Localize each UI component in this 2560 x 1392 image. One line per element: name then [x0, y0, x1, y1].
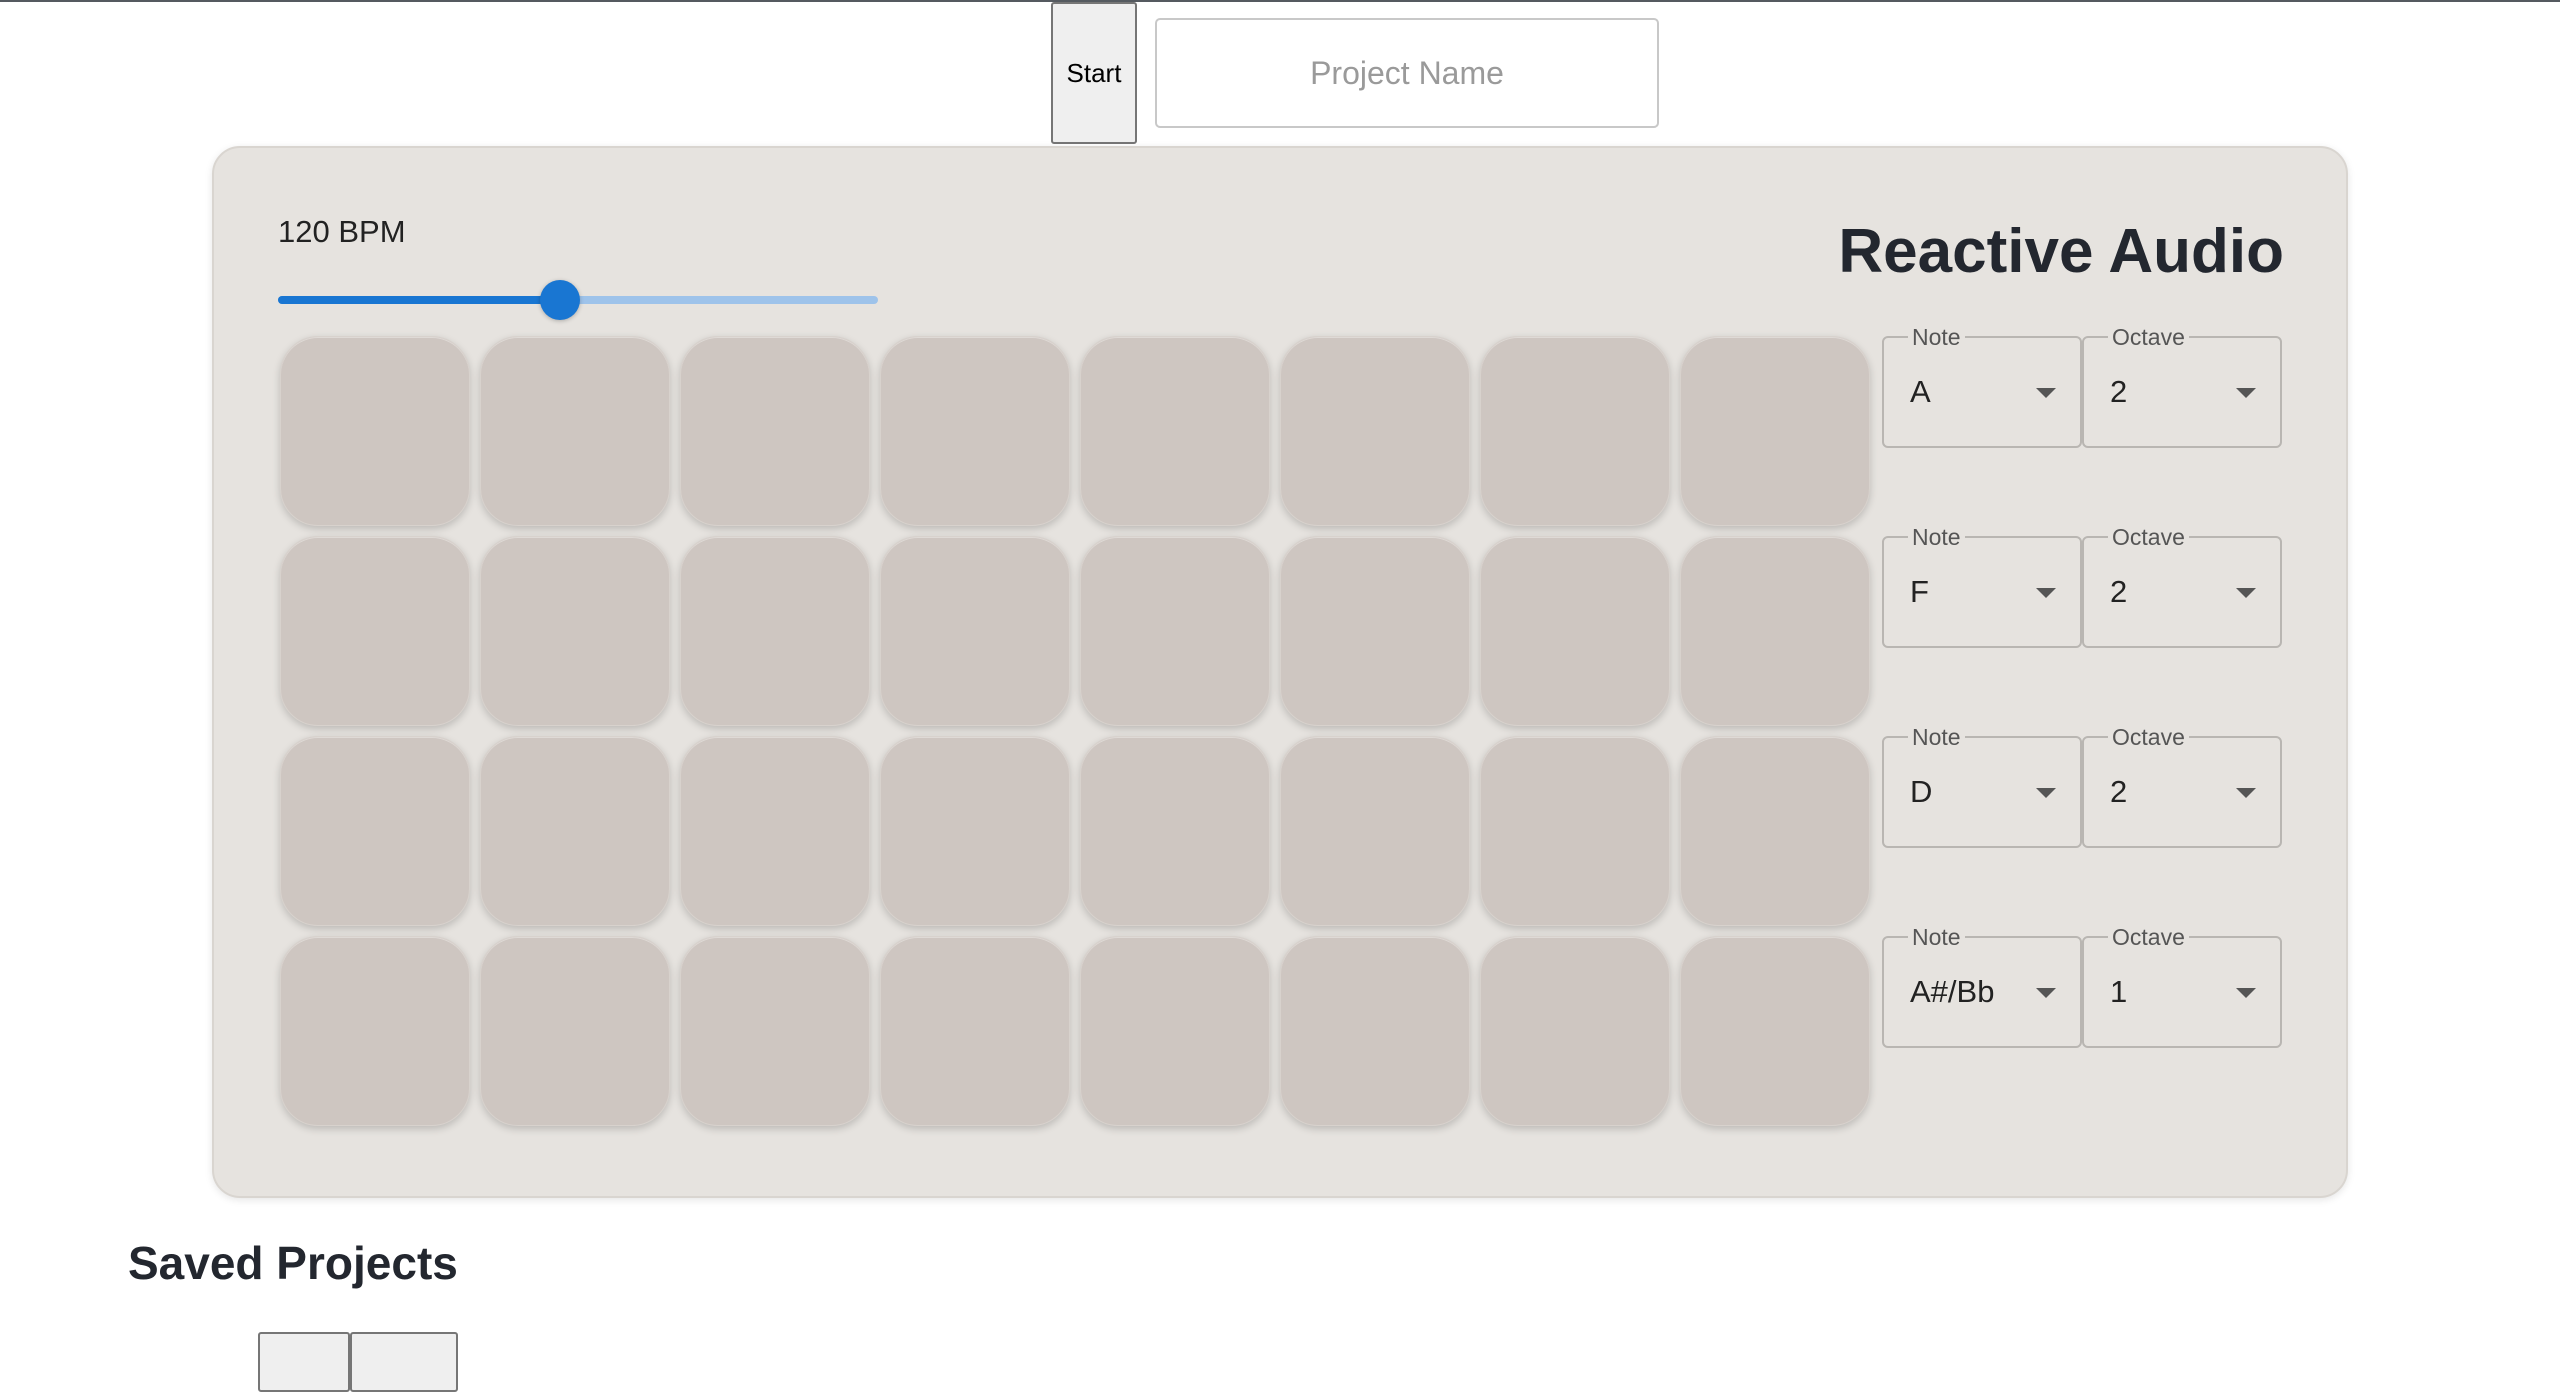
octave-select-value: 2	[2110, 374, 2128, 409]
step-pad[interactable]	[1480, 336, 1670, 526]
dropdown-arrow-icon	[2036, 388, 2056, 398]
step-pad[interactable]	[1480, 536, 1670, 726]
dropdown-arrow-icon	[2036, 588, 2056, 598]
bpm-slider[interactable]	[278, 280, 878, 320]
dropdown-arrow-icon	[2036, 988, 2056, 998]
step-pad[interactable]	[1680, 336, 1870, 526]
octave-select[interactable]: Octave 2	[2082, 324, 2282, 448]
app-title: Reactive Audio	[1838, 217, 2284, 286]
octave-select[interactable]: Octave 1	[2082, 924, 2282, 1048]
octave-select-label: Octave	[2108, 524, 2189, 550]
step-pad[interactable]	[1080, 536, 1270, 726]
octave-select[interactable]: Octave 2	[2082, 524, 2282, 648]
bpm-label: 120 BPM	[278, 214, 406, 249]
octave-select-value: 2	[2110, 774, 2128, 809]
note-select[interactable]: Note A	[1882, 324, 2082, 448]
step-pad[interactable]	[680, 736, 870, 926]
step-pad[interactable]	[1080, 336, 1270, 526]
step-pad[interactable]	[480, 736, 670, 926]
note-row-3: Note D Octave 2	[1882, 724, 2282, 848]
octave-select[interactable]: Octave 2	[2082, 724, 2282, 848]
step-pad[interactable]	[280, 536, 470, 726]
bpm-slider-fill	[278, 296, 560, 304]
dropdown-arrow-icon	[2236, 788, 2256, 798]
step-pad[interactable]	[1280, 336, 1470, 526]
step-pad[interactable]	[1080, 936, 1270, 1126]
note-select[interactable]: Note D	[1882, 724, 2082, 848]
note-select-value: F	[1910, 574, 1929, 609]
bpm-slider-thumb[interactable]	[540, 280, 580, 320]
step-pad[interactable]	[1680, 536, 1870, 726]
octave-select-value: 2	[2110, 574, 2128, 609]
project-name-input[interactable]	[1155, 18, 1659, 128]
saved-project-button[interactable]	[350, 1332, 458, 1392]
step-pad[interactable]	[1280, 536, 1470, 726]
note-row-2: Note F Octave 2	[1882, 524, 2282, 648]
note-select[interactable]: Note A#/Bb	[1882, 924, 2082, 1048]
note-select[interactable]: Note F	[1882, 524, 2082, 648]
dropdown-arrow-icon	[2036, 788, 2056, 798]
note-select-label: Note	[1908, 724, 1965, 750]
note-select-label: Note	[1908, 324, 1965, 350]
step-pad[interactable]	[680, 936, 870, 1126]
start-button[interactable]: Start	[1051, 2, 1137, 144]
dropdown-arrow-icon	[2236, 588, 2256, 598]
step-pad[interactable]	[480, 336, 670, 526]
note-select-value: A	[1910, 374, 1931, 409]
sequencer-panel: 120 BPM Reactive Audio Note A Octave 2 N…	[212, 146, 2348, 1198]
step-pad[interactable]	[1280, 736, 1470, 926]
octave-select-value: 1	[2110, 974, 2128, 1009]
step-pad[interactable]	[1480, 936, 1670, 1126]
step-pad[interactable]	[280, 936, 470, 1126]
step-pad[interactable]	[880, 736, 1070, 926]
step-pad[interactable]	[880, 936, 1070, 1126]
note-row-4: Note A#/Bb Octave 1	[1882, 924, 2282, 1048]
octave-select-label: Octave	[2108, 724, 2189, 750]
saved-projects-heading: Saved Projects	[128, 1237, 458, 1289]
note-select-label: Note	[1908, 524, 1965, 550]
step-pad[interactable]	[1680, 936, 1870, 1126]
step-pad[interactable]	[1280, 936, 1470, 1126]
step-pad-grid	[280, 336, 1870, 1126]
step-pad[interactable]	[480, 536, 670, 726]
top-border-line	[0, 0, 2560, 2]
step-pad[interactable]	[880, 536, 1070, 726]
dropdown-arrow-icon	[2236, 388, 2256, 398]
step-pad[interactable]	[280, 336, 470, 526]
step-pad[interactable]	[1680, 736, 1870, 926]
saved-project-button[interactable]	[258, 1332, 350, 1392]
note-select-label: Note	[1908, 924, 1965, 950]
step-pad[interactable]	[1480, 736, 1670, 926]
step-pad[interactable]	[680, 336, 870, 526]
octave-select-label: Octave	[2108, 924, 2189, 950]
octave-select-label: Octave	[2108, 324, 2189, 350]
step-pad[interactable]	[280, 736, 470, 926]
note-select-value: A#/Bb	[1910, 974, 1995, 1009]
step-pad[interactable]	[1080, 736, 1270, 926]
step-pad[interactable]	[880, 336, 1070, 526]
note-select-value: D	[1910, 774, 1933, 809]
step-pad[interactable]	[480, 936, 670, 1126]
dropdown-arrow-icon	[2236, 988, 2256, 998]
note-row-1: Note A Octave 2	[1882, 324, 2282, 448]
step-pad[interactable]	[680, 536, 870, 726]
